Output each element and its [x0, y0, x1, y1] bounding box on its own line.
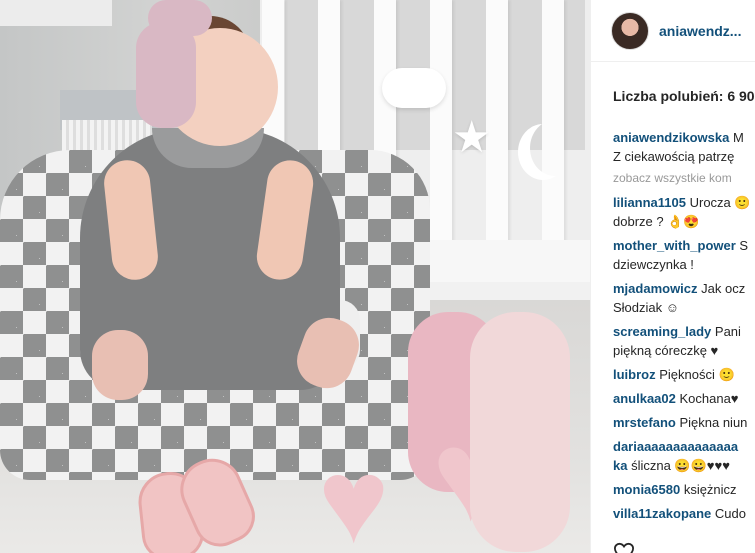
- comment-text: dobrze ? 👌😍: [613, 214, 700, 229]
- comment-username[interactable]: mjadamowicz: [613, 281, 698, 296]
- avatar[interactable]: [611, 11, 649, 50]
- comment-text: Piękna niun: [675, 415, 748, 430]
- pink-heart-pillow: ♥: [318, 434, 390, 553]
- comment-username[interactable]: mrstefano: [613, 415, 676, 430]
- comment-username[interactable]: luibroz: [613, 367, 656, 382]
- comment-username[interactable]: anulkaa02: [613, 391, 676, 406]
- comment-text: M: [729, 130, 744, 145]
- comment: screaming_lady Pani piękną córeczkę ♥: [613, 322, 755, 360]
- comment: villa11zakopane Cudo: [613, 504, 755, 523]
- comment: dariaaaaaaaaaaaaaa ka śliczna 😀😀♥♥♥: [613, 437, 755, 475]
- comments-list: aniawendzikowska M Z ciekawością patrzę …: [613, 128, 755, 528]
- comment-text: Z ciekawością patrzę: [613, 149, 735, 164]
- post-sidebar: aniawendz... Liczba polubień: 6 90 aniaw…: [590, 0, 755, 553]
- comment-username[interactable]: mother_with_power: [613, 238, 736, 253]
- star-decoration: ★: [452, 113, 492, 162]
- comment-text: Słodziak ☺: [613, 300, 680, 315]
- shelf: [0, 0, 112, 26]
- comment-username[interactable]: monia6580: [613, 482, 680, 497]
- post-photo[interactable]: ★ ♥ ♥: [0, 0, 590, 553]
- comment: anulkaa02 Kochana♥: [613, 389, 755, 408]
- likes-count[interactable]: Liczba polubień: 6 90: [613, 88, 755, 104]
- comment-text: Cudo: [711, 506, 746, 521]
- moon-decoration: [530, 120, 580, 176]
- comment: mother_with_power S dziewczynka !: [613, 236, 755, 274]
- comment-text: śliczna 😀😀♥♥♥: [627, 458, 730, 473]
- comment: monia6580 księżnicz: [613, 480, 755, 499]
- heart-outline-icon[interactable]: [613, 542, 635, 553]
- comment: luibroz Piękności 🙂: [613, 365, 755, 384]
- pink-bear-toy: [470, 312, 570, 552]
- view-all-comments-link[interactable]: zobacz wszystkie kom: [613, 171, 755, 185]
- comment-username[interactable]: villa11zakopane: [613, 506, 711, 521]
- comment-username[interactable]: lilianna1105: [613, 195, 686, 210]
- comment-username[interactable]: screaming_lady: [613, 324, 711, 339]
- post-header: aniawendz...: [591, 0, 755, 62]
- headband: [136, 22, 196, 128]
- baby-foot: [92, 330, 148, 400]
- comment: mjadamowicz Jak ocz Słodziak ☺: [613, 279, 755, 317]
- comment: lilianna1105 Urocza 🙂 dobrze ? 👌😍: [613, 193, 755, 231]
- comment-text: Pani: [711, 324, 741, 339]
- comment-text: Urocza 🙂: [686, 195, 751, 210]
- comment-username[interactable]: dariaaaaaaaaaaaaaa: [613, 439, 738, 454]
- comment: aniawendzikowska M Z ciekawością patrzę: [613, 128, 755, 166]
- comment-text: S: [735, 238, 749, 253]
- comment-username[interactable]: aniawendzikowska: [613, 130, 729, 145]
- comment-text: księżnicz: [680, 482, 737, 497]
- comment-username[interactable]: ka: [613, 458, 627, 473]
- username-link[interactable]: aniawendz...: [659, 23, 741, 39]
- comment: mrstefano Piękna niun: [613, 413, 755, 432]
- headband-bow: [148, 0, 212, 36]
- comment-text: Jak ocz: [697, 281, 746, 296]
- comment-text: Kochana♥: [675, 391, 739, 406]
- cloud-decoration: [382, 68, 446, 108]
- comment-text: piękną córeczkę ♥: [613, 343, 719, 358]
- comment-text: dziewczynka !: [613, 257, 694, 272]
- comment-text: Piękności 🙂: [655, 367, 735, 382]
